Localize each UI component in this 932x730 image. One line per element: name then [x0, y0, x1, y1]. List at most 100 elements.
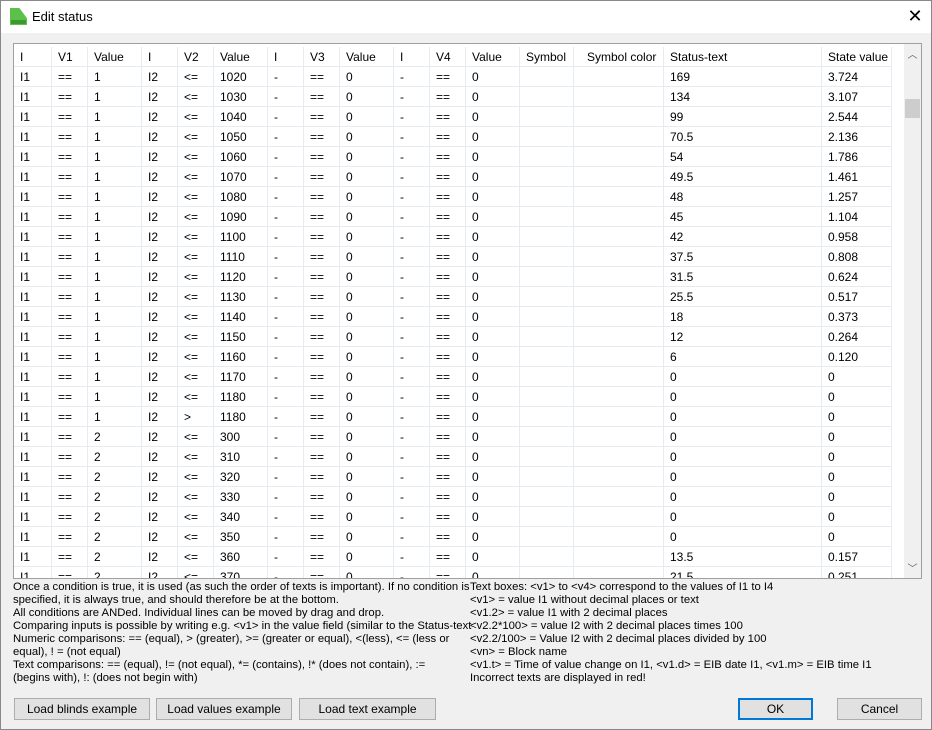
- cell-status-text[interactable]: 0: [664, 407, 822, 427]
- cell-op-4[interactable]: ==: [430, 307, 466, 327]
- cell-value-1[interactable]: 1: [88, 107, 142, 127]
- cell-value-4[interactable]: 0: [466, 127, 520, 147]
- cell-value-2[interactable]: 1160: [214, 347, 268, 367]
- cell-input-4[interactable]: -: [394, 387, 430, 407]
- cell-value-1[interactable]: 2: [88, 447, 142, 467]
- cell-symbol[interactable]: [520, 527, 574, 547]
- table-row[interactable]: I1 == 2 I2 <= 360- == 0- == 0 13.5 0.157: [14, 547, 892, 567]
- cell-value-4[interactable]: 0: [466, 327, 520, 347]
- cell-input-3[interactable]: -: [268, 127, 304, 147]
- cell-state-value[interactable]: 0: [822, 507, 892, 527]
- cell-input-2[interactable]: I2: [142, 567, 178, 578]
- cell-op-1[interactable]: ==: [52, 567, 88, 578]
- cell-value-3[interactable]: 0: [340, 467, 394, 487]
- cell-state-value[interactable]: 2.544: [822, 107, 892, 127]
- cell-op-2[interactable]: <=: [178, 447, 214, 467]
- cell-state-value[interactable]: 0.120: [822, 347, 892, 367]
- cell-symbol[interactable]: [520, 87, 574, 107]
- cell-symbol[interactable]: [520, 307, 574, 327]
- cell-input-1[interactable]: I1: [14, 287, 52, 307]
- cell-value-3[interactable]: 0: [340, 367, 394, 387]
- cell-state-value[interactable]: 1.786: [822, 147, 892, 167]
- cell-input-4[interactable]: -: [394, 367, 430, 387]
- cell-value-4[interactable]: 0: [466, 67, 520, 87]
- cell-symbol[interactable]: [520, 367, 574, 387]
- cell-symbol[interactable]: [520, 347, 574, 367]
- cell-op-4[interactable]: ==: [430, 507, 466, 527]
- cell-symbol-color[interactable]: [574, 167, 664, 187]
- cell-op-4[interactable]: ==: [430, 267, 466, 287]
- cell-op-3[interactable]: ==: [304, 487, 340, 507]
- cell-symbol[interactable]: [520, 287, 574, 307]
- cell-symbol[interactable]: [520, 407, 574, 427]
- cell-status-text[interactable]: 48: [664, 187, 822, 207]
- cell-symbol[interactable]: [520, 447, 574, 467]
- cell-op-2[interactable]: <=: [178, 307, 214, 327]
- cell-input-1[interactable]: I1: [14, 127, 52, 147]
- cell-value-3[interactable]: 0: [340, 87, 394, 107]
- cell-input-3[interactable]: -: [268, 187, 304, 207]
- cell-symbol[interactable]: [520, 247, 574, 267]
- table-row[interactable]: I1 == 2 I2 <= 310- == 0- == 0 0 0: [14, 447, 892, 467]
- cell-value-2[interactable]: 1170: [214, 367, 268, 387]
- cell-op-1[interactable]: ==: [52, 387, 88, 407]
- cell-input-4[interactable]: -: [394, 87, 430, 107]
- cell-op-2[interactable]: <=: [178, 527, 214, 547]
- cell-status-text[interactable]: 99: [664, 107, 822, 127]
- cell-state-value[interactable]: 1.461: [822, 167, 892, 187]
- cell-op-4[interactable]: ==: [430, 427, 466, 447]
- cell-op-2[interactable]: <=: [178, 247, 214, 267]
- cell-value-3[interactable]: 0: [340, 547, 394, 567]
- cell-value-2[interactable]: 1180: [214, 387, 268, 407]
- cell-input-4[interactable]: -: [394, 347, 430, 367]
- table-row[interactable]: I1 == 1 I2 <= 1050- == 0- == 0 70.5 2.136: [14, 127, 892, 147]
- cell-input-3[interactable]: -: [268, 87, 304, 107]
- cell-op-1[interactable]: ==: [52, 147, 88, 167]
- cell-value-3[interactable]: 0: [340, 327, 394, 347]
- cell-op-1[interactable]: ==: [52, 307, 88, 327]
- cell-input-4[interactable]: -: [394, 487, 430, 507]
- cell-op-4[interactable]: ==: [430, 107, 466, 127]
- cell-input-2[interactable]: I2: [142, 207, 178, 227]
- cell-op-2[interactable]: <=: [178, 427, 214, 447]
- cell-value-3[interactable]: 0: [340, 407, 394, 427]
- cell-value-1[interactable]: 1: [88, 227, 142, 247]
- cell-op-1[interactable]: ==: [52, 127, 88, 147]
- cell-input-4[interactable]: -: [394, 147, 430, 167]
- table-row[interactable]: I1 == 1 I2 <= 1130- == 0- == 0 25.5 0.517: [14, 287, 892, 307]
- cell-input-4[interactable]: -: [394, 247, 430, 267]
- cell-input-1[interactable]: I1: [14, 567, 52, 578]
- cell-op-4[interactable]: ==: [430, 207, 466, 227]
- cell-op-1[interactable]: ==: [52, 507, 88, 527]
- cell-value-1[interactable]: 1: [88, 387, 142, 407]
- cell-symbol-color[interactable]: [574, 427, 664, 447]
- cell-input-4[interactable]: -: [394, 287, 430, 307]
- cell-op-3[interactable]: ==: [304, 147, 340, 167]
- cell-op-1[interactable]: ==: [52, 367, 88, 387]
- cell-state-value[interactable]: 0.373: [822, 307, 892, 327]
- cell-input-3[interactable]: -: [268, 527, 304, 547]
- cell-input-1[interactable]: I1: [14, 87, 52, 107]
- cell-status-text[interactable]: 6: [664, 347, 822, 367]
- cell-value-3[interactable]: 0: [340, 427, 394, 447]
- cell-value-1[interactable]: 1: [88, 307, 142, 327]
- cell-value-3[interactable]: 0: [340, 567, 394, 578]
- cell-symbol-color[interactable]: [574, 207, 664, 227]
- cell-status-text[interactable]: 0: [664, 507, 822, 527]
- cell-value-1[interactable]: 1: [88, 67, 142, 87]
- cell-state-value[interactable]: 3.107: [822, 87, 892, 107]
- cell-value-2[interactable]: 1020: [214, 67, 268, 87]
- cell-value-3[interactable]: 0: [340, 487, 394, 507]
- table-row[interactable]: I1 == 1 I2 <= 1160- == 0- == 0 6 0.120: [14, 347, 892, 367]
- cell-value-2[interactable]: 1090: [214, 207, 268, 227]
- cell-input-3[interactable]: -: [268, 407, 304, 427]
- cell-value-1[interactable]: 1: [88, 327, 142, 347]
- cell-state-value[interactable]: 0: [822, 527, 892, 547]
- load-text-example-button[interactable]: Load text example: [299, 698, 436, 720]
- cell-value-2[interactable]: 1060: [214, 147, 268, 167]
- load-values-example-button[interactable]: Load values example: [156, 698, 292, 720]
- table-row[interactable]: I1 == 1 I2 <= 1070- == 0- == 0 49.5 1.461: [14, 167, 892, 187]
- cell-op-3[interactable]: ==: [304, 87, 340, 107]
- cell-state-value[interactable]: 0: [822, 407, 892, 427]
- cell-value-3[interactable]: 0: [340, 447, 394, 467]
